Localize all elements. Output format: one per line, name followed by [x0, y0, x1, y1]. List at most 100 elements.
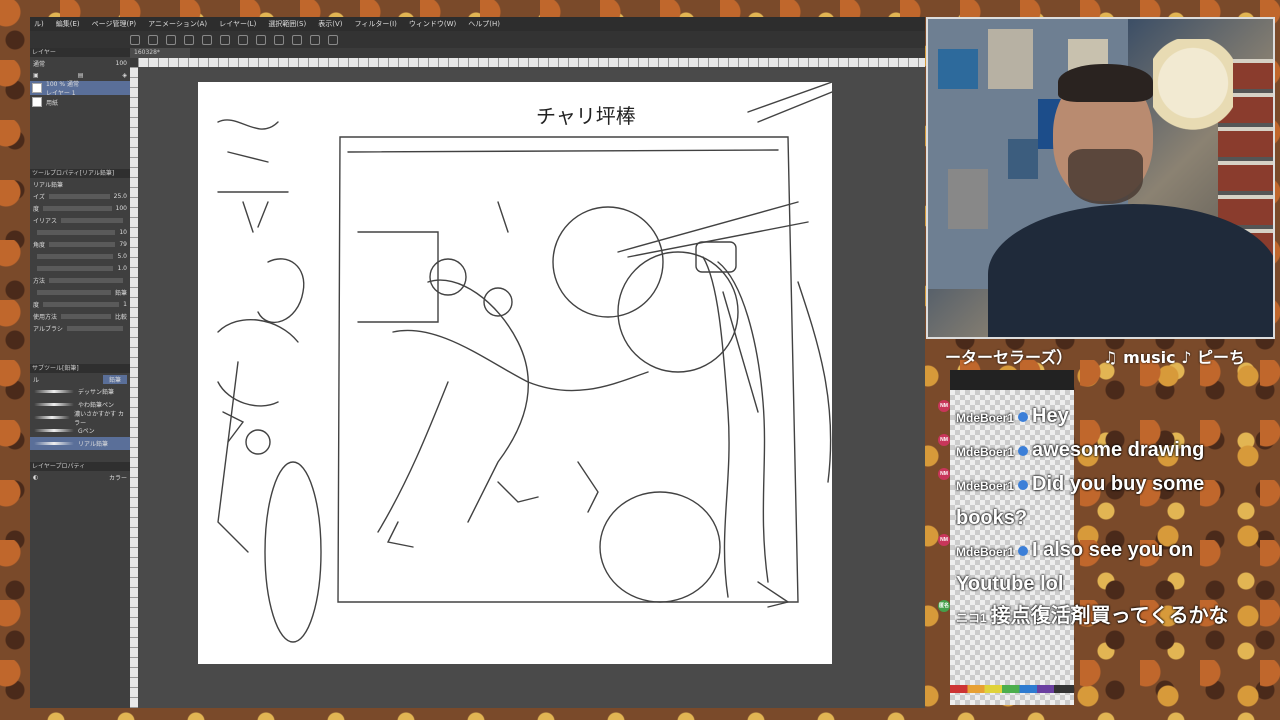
drawing-canvas[interactable]: チャリ坪棒 — [198, 81, 833, 664]
menu-bar: ル) 編集(E) ページ管理(P) アニメーション(A) レイヤー(L) 選択範… — [30, 17, 925, 31]
menu-item-window[interactable]: ウィンドウ(W) — [409, 19, 456, 29]
user-icon: 匿名 — [938, 600, 950, 612]
brush-item[interactable]: 濃いさかすかす カラー — [30, 411, 130, 427]
subtool-tab[interactable]: ル — [33, 375, 39, 384]
user-icon: NM — [938, 534, 950, 546]
prop-row[interactable]: 鉛筆 — [30, 286, 130, 298]
menu-item-edit[interactable]: 編集(E) — [56, 19, 80, 29]
member-badge-icon — [1018, 479, 1029, 490]
layer-lock-icon[interactable]: ▣ — [33, 72, 39, 79]
member-badge-icon — [1018, 445, 1029, 456]
layer-row[interactable]: 用紙 — [30, 95, 130, 109]
layer-clip-icon[interactable]: ▤ — [78, 72, 84, 79]
chat-text: awesome drawing — [1032, 439, 1205, 461]
blend-mode-select[interactable]: 通常 — [33, 59, 45, 68]
layer-list-empty — [30, 109, 130, 169]
sub-tool-name: リアル鉛筆 — [33, 181, 63, 189]
clear-icon[interactable] — [220, 34, 230, 45]
member-badge-icon — [1018, 545, 1029, 556]
prop-row[interactable]: 1.0 — [30, 262, 130, 274]
crop-icon[interactable] — [274, 34, 284, 45]
prop-row[interactable]: 度 100 — [30, 202, 130, 214]
sketch-title-text: チャリ坪棒 — [536, 104, 636, 128]
streamer-hair — [1058, 64, 1153, 102]
menu-item-view[interactable]: 表示(V) — [318, 19, 342, 29]
new-file-icon[interactable] — [130, 34, 140, 45]
chat-message: NM MdeBoer1 Hey — [938, 400, 1238, 434]
menu-item-filter[interactable]: フィルター(I) — [354, 19, 396, 29]
layer-thumbnail — [32, 97, 42, 107]
canvas-area[interactable]: チャリ坪棒 — [138, 67, 925, 708]
layer-name: 用紙 — [46, 99, 59, 107]
transform-icon[interactable] — [256, 34, 266, 45]
menu-item-help[interactable]: ヘルプ(H) — [468, 19, 500, 29]
brush-item[interactable]: リアル鉛筆 — [30, 437, 130, 450]
chat-username: MdeBoer1 — [956, 411, 1015, 425]
menu-item-animation[interactable]: アニメーション(A) — [148, 19, 207, 29]
chat-username: ニコ1 — [956, 611, 987, 625]
layer-panel-header: レイヤー — [30, 48, 130, 57]
streamer-beard — [1068, 149, 1143, 204]
palette-header — [950, 370, 1074, 390]
subtool-header: サブツール[鉛筆] — [30, 364, 130, 373]
left-panel: レイヤー 通常 100 ▣ ▤ ◈ 100 % 通常 レイヤー 1 用紙 ツールプ… — [30, 48, 130, 708]
redo-icon[interactable] — [202, 34, 212, 45]
tool-property-header: ツールプロパティ[リアル鉛筆] — [30, 169, 130, 178]
webcam-feed — [926, 17, 1275, 339]
help-icon[interactable] — [328, 34, 338, 45]
streamer-body — [988, 204, 1273, 337]
chat-overlay: NM MdeBoer1 Hey NM MdeBoer1 awesome drawin… — [938, 400, 1238, 634]
layer-ref-icon[interactable]: ◈ — [122, 72, 127, 79]
prop-row[interactable]: 角度 79 — [30, 238, 130, 250]
horizontal-ruler — [138, 58, 925, 67]
opacity-value[interactable]: 100 — [116, 60, 127, 67]
menu-item-page[interactable]: ページ管理(P) — [92, 19, 137, 29]
vertical-ruler — [130, 67, 138, 708]
plush-toy — [1153, 39, 1233, 149]
chat-username: MdeBoer1 — [956, 445, 1015, 459]
chat-username: MdeBoer1 — [956, 479, 1015, 493]
user-icon: NM — [938, 468, 950, 480]
layer-property-header: レイヤープロパティ — [30, 462, 130, 471]
menu-item-file[interactable]: ル) — [34, 19, 44, 29]
prop-row[interactable]: 方法 — [30, 274, 130, 286]
menu-item-layer[interactable]: レイヤー(L) — [219, 19, 256, 29]
color-row[interactable]: ◐ カラー — [30, 471, 130, 483]
chat-username: MdeBoer1 — [956, 545, 1015, 559]
chat-message: NM MdeBoer1 I also see you on Youtube lol — [938, 534, 1238, 600]
brush-item[interactable]: デッサン鉛筆 — [30, 385, 130, 398]
layer-toolbar: ▣ ▤ ◈ — [30, 69, 130, 81]
member-badge-icon — [1018, 411, 1029, 422]
sketch-lines — [217, 81, 833, 643]
chat-message: NM MdeBoer1 Did you buy some books? — [938, 468, 1238, 534]
undo-icon[interactable] — [184, 34, 194, 45]
menu-item-selection[interactable]: 選択範囲(S) — [268, 19, 306, 29]
layer-row[interactable]: 100 % 通常 レイヤー 1 — [30, 81, 130, 97]
fill-icon[interactable] — [238, 34, 248, 45]
prop-row[interactable]: 度1 — [30, 298, 130, 310]
subtool-tab-active[interactable]: 鉛筆 — [102, 374, 127, 384]
prop-row[interactable]: イズ 25.0 — [30, 190, 130, 202]
chat-message: 匿名 ニコ1 接点復活剤買ってくるかな — [938, 600, 1238, 634]
open-file-icon[interactable] — [148, 34, 158, 45]
prop-row[interactable]: 使用方法 比較 — [30, 310, 130, 322]
color-wheel-icon: ◐ — [33, 473, 39, 481]
ruler-snap-icon[interactable] — [292, 34, 302, 45]
chat-text: 接点復活剤買ってくるかな — [990, 605, 1229, 627]
ruler-pen-icon[interactable] — [310, 34, 320, 45]
prop-row[interactable]: アルブラシ — [30, 322, 130, 334]
layer-mode-row: 通常 100 — [30, 57, 130, 69]
chat-text: Hey — [1032, 405, 1069, 427]
document-tab[interactable]: 160328* — [130, 48, 190, 58]
prop-row[interactable]: イリアス — [30, 214, 130, 226]
command-bar — [30, 31, 925, 48]
save-icon[interactable] — [166, 34, 176, 45]
user-icon: NM — [938, 434, 950, 446]
user-icon: NM — [938, 400, 950, 412]
now-playing-ticker: ーターセラーズ） ♫ music ♪ ピーち — [945, 344, 1245, 370]
ticker-music-text: ♫ music ♪ ピーち — [1103, 348, 1245, 367]
prop-row[interactable]: 10 — [30, 226, 130, 238]
prop-row[interactable]: 5.0 — [30, 250, 130, 262]
